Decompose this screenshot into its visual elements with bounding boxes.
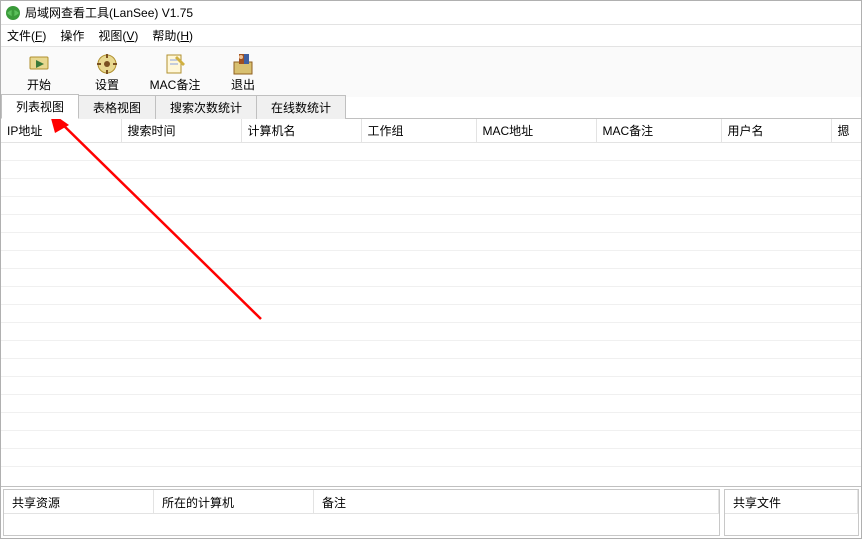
- window-title: 局域网查看工具(LanSee) V1.75: [25, 4, 193, 21]
- share-file-panel: 共享文件: [724, 489, 859, 536]
- exit-button[interactable]: 退出: [209, 49, 277, 95]
- table-row[interactable]: [1, 233, 861, 251]
- exit-icon: [231, 52, 255, 76]
- share-resource-body[interactable]: [4, 514, 719, 535]
- col-computer[interactable]: 计算机名: [241, 119, 361, 143]
- toolbar: 开始 设置 MAC备注: [1, 47, 861, 97]
- table-row[interactable]: [1, 413, 861, 431]
- col-workgroup[interactable]: 工作组: [361, 119, 476, 143]
- mac-note-button[interactable]: MAC备注: [141, 49, 209, 95]
- settings-button[interactable]: 设置: [73, 49, 141, 95]
- col-mac[interactable]: MAC地址: [476, 119, 596, 143]
- table-row[interactable]: [1, 305, 861, 323]
- grid-body[interactable]: [1, 143, 861, 467]
- tabs: 列表视图 表格视图 搜索次数统计 在线数统计: [1, 97, 861, 119]
- bottom-panels: 共享资源 所在的计算机 备注 共享文件: [1, 486, 861, 538]
- settings-label: 设置: [95, 78, 119, 92]
- grid-header-row: IP地址 搜索时间 计算机名 工作组 MAC地址 MAC备注 用户名 摁: [1, 119, 861, 143]
- menu-help[interactable]: 帮助(H): [152, 27, 193, 44]
- play-icon: [27, 52, 51, 76]
- table-row[interactable]: [1, 269, 861, 287]
- main-grid[interactable]: IP地址 搜索时间 计算机名 工作组 MAC地址 MAC备注 用户名 摁: [1, 119, 861, 467]
- col-share-resource[interactable]: 共享资源: [4, 490, 154, 514]
- tab-online-stats[interactable]: 在线数统计: [256, 95, 346, 119]
- col-share-file[interactable]: 共享文件: [725, 490, 858, 514]
- table-row[interactable]: [1, 197, 861, 215]
- table-row[interactable]: [1, 251, 861, 269]
- table-row[interactable]: [1, 395, 861, 413]
- note-icon: [163, 52, 187, 76]
- table-row[interactable]: [1, 377, 861, 395]
- start-button[interactable]: 开始: [5, 49, 73, 95]
- col-ip[interactable]: IP地址: [1, 119, 121, 143]
- gear-icon: [95, 52, 119, 76]
- share-file-body[interactable]: [725, 514, 858, 535]
- mac-note-label: MAC备注: [150, 78, 201, 92]
- main-grid-container: IP地址 搜索时间 计算机名 工作组 MAC地址 MAC备注 用户名 摁: [1, 119, 861, 486]
- table-row[interactable]: [1, 341, 861, 359]
- col-host-computer[interactable]: 所在的计算机: [154, 490, 314, 514]
- table-row[interactable]: [1, 323, 861, 341]
- col-username[interactable]: 用户名: [721, 119, 831, 143]
- menu-file[interactable]: 文件(F): [7, 27, 46, 44]
- share-resource-panel: 共享资源 所在的计算机 备注: [3, 489, 720, 536]
- col-remark[interactable]: 备注: [314, 490, 719, 514]
- tab-search-stats[interactable]: 搜索次数统计: [155, 95, 257, 119]
- table-row[interactable]: [1, 431, 861, 449]
- table-row[interactable]: [1, 179, 861, 197]
- app-icon: [5, 5, 21, 21]
- start-label: 开始: [27, 78, 51, 92]
- exit-label: 退出: [231, 78, 255, 92]
- titlebar: 局域网查看工具(LanSee) V1.75: [1, 1, 861, 25]
- menubar: 文件(F) 操作 视图(V) 帮助(H): [1, 25, 861, 47]
- col-search-time[interactable]: 搜索时间: [121, 119, 241, 143]
- table-row[interactable]: [1, 215, 861, 233]
- tab-table-view[interactable]: 表格视图: [78, 95, 156, 119]
- app-window: 局域网查看工具(LanSee) V1.75 文件(F) 操作 视图(V) 帮助(…: [0, 0, 862, 539]
- table-row[interactable]: [1, 161, 861, 179]
- table-row[interactable]: [1, 449, 861, 467]
- col-more[interactable]: 摁: [831, 119, 861, 143]
- share-file-header: 共享文件: [725, 490, 858, 514]
- menu-view[interactable]: 视图(V): [98, 27, 138, 44]
- table-row[interactable]: [1, 359, 861, 377]
- menu-operate[interactable]: 操作: [60, 27, 84, 44]
- table-row[interactable]: [1, 287, 861, 305]
- share-resource-header: 共享资源 所在的计算机 备注: [4, 490, 719, 514]
- table-row[interactable]: [1, 143, 861, 161]
- col-mac-note[interactable]: MAC备注: [596, 119, 721, 143]
- tab-list-view[interactable]: 列表视图: [1, 94, 79, 119]
